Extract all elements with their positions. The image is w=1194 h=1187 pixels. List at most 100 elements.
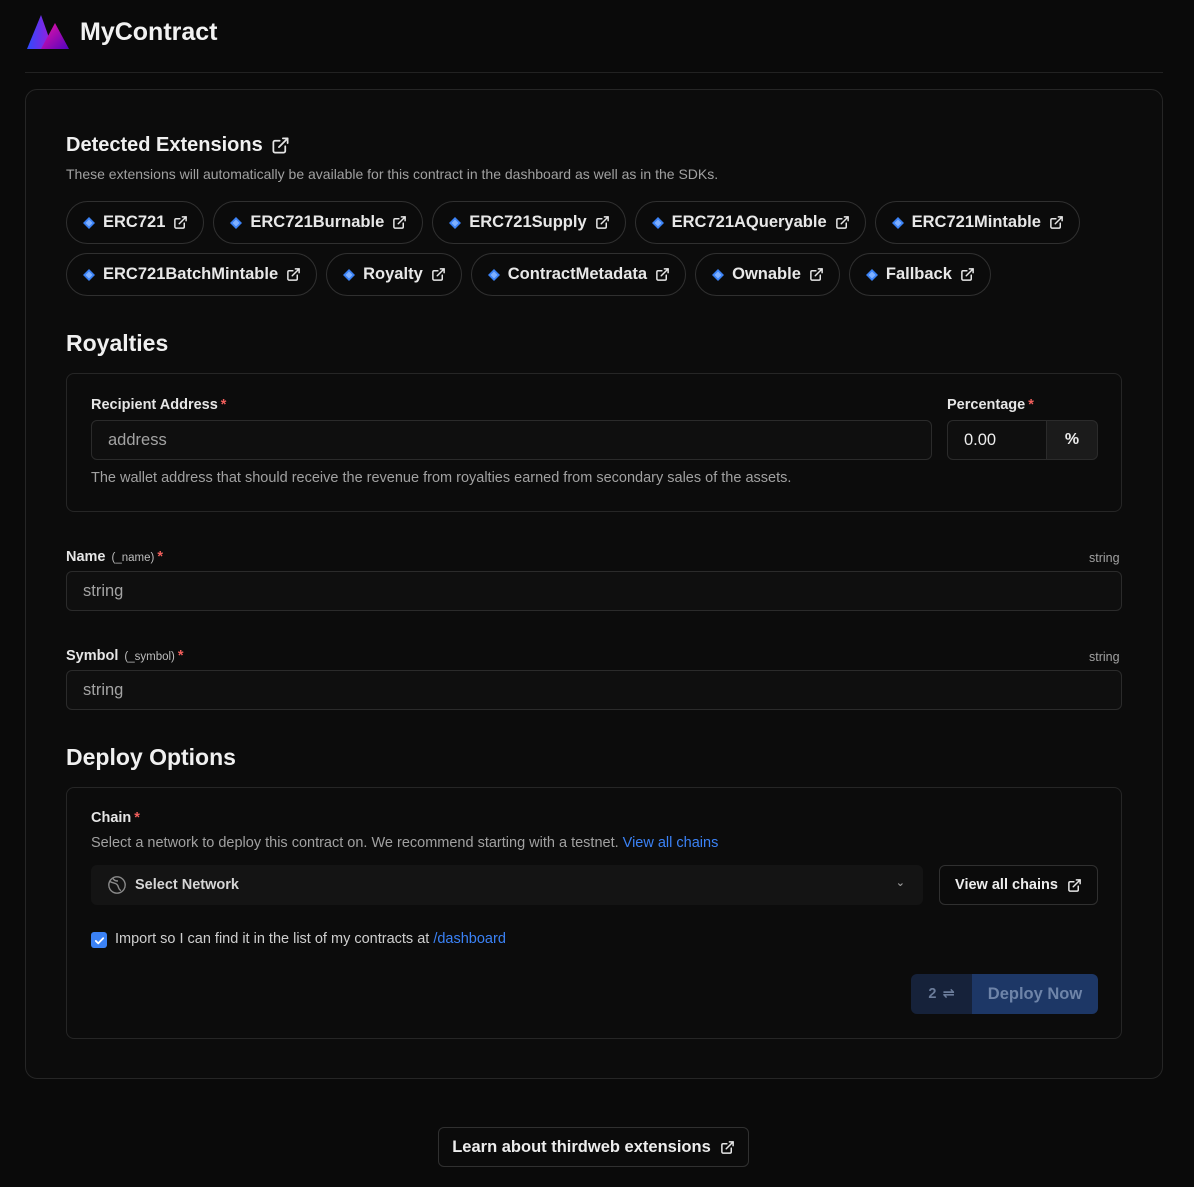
- external-link-icon: [720, 1140, 734, 1154]
- name-type-tag: string: [1089, 551, 1120, 565]
- diamond-icon: [83, 268, 95, 281]
- transaction-count-badge: 2 ⇌: [911, 974, 972, 1014]
- extension-chip[interactable]: ERC721Burnable: [213, 201, 424, 244]
- required-mark: *: [1028, 397, 1034, 413]
- external-link-icon: [810, 268, 823, 281]
- recipient-address-input[interactable]: address: [91, 420, 932, 460]
- deploy-options-title: Deploy Options: [66, 744, 236, 770]
- deploy-now-button[interactable]: Deploy Now: [972, 974, 1098, 1014]
- learn-extensions-button[interactable]: Learn about thirdweb extensions: [438, 1127, 749, 1167]
- external-link-icon: [1050, 216, 1063, 229]
- import-label-text: Import so I can find it in the list of m…: [115, 931, 430, 947]
- detected-extensions-title: Detected Extensions: [66, 134, 263, 156]
- percentage-label: Percentage *: [947, 397, 1034, 413]
- learn-extensions-button-label: Learn about thirdweb extensions: [452, 1137, 711, 1156]
- extension-chip-label: Royalty: [363, 265, 423, 283]
- diamond-icon: [865, 268, 878, 281]
- percentage-suffix: %: [1047, 420, 1098, 460]
- extension-chip[interactable]: Fallback: [848, 253, 991, 296]
- external-link-icon: [272, 137, 289, 154]
- chevron-down-icon: ⌄: [895, 877, 905, 889]
- symbol-input[interactable]: string: [66, 670, 1122, 710]
- extension-chip-label: ERC721BatchMintable: [103, 265, 279, 283]
- extension-chip-label: ERC721AQueryable: [671, 213, 827, 231]
- name-param-tag: (_name): [111, 552, 155, 564]
- diamond-icon: [712, 268, 725, 281]
- external-link-icon: [835, 216, 849, 229]
- required-mark: *: [134, 810, 140, 826]
- royalties-panel: Recipient Address * address The wallet ad…: [66, 373, 1122, 512]
- symbol-param-tag: (_symbol): [124, 651, 175, 663]
- extensions-description: These extensions will automatically be a…: [66, 166, 719, 182]
- extension-chip[interactable]: ERC721Mintable: [874, 201, 1080, 244]
- name-label-text: Name: [66, 549, 106, 565]
- external-link-icon: [595, 216, 609, 229]
- extension-chip[interactable]: Ownable: [695, 253, 840, 296]
- logo-icon[interactable]: [25, 13, 71, 53]
- extension-chip[interactable]: ERC721: [66, 201, 205, 244]
- extension-chip[interactable]: Royalty: [326, 253, 462, 296]
- import-checkbox[interactable]: [91, 932, 107, 948]
- network-select-placeholder: Select Network: [135, 877, 239, 893]
- diamond-icon: [230, 216, 243, 229]
- chain-hint-text: Select a network to deploy this contract…: [91, 835, 619, 851]
- required-mark: *: [177, 648, 184, 664]
- extension-chip-label: ERC721: [103, 213, 166, 231]
- name-input[interactable]: string: [66, 571, 1122, 611]
- swap-icon: ⇌: [942, 986, 955, 1002]
- extension-chip-label: ContractMetadata: [507, 265, 648, 283]
- extension-chip-label: Fallback: [885, 265, 952, 283]
- view-all-chains-button[interactable]: View all chains: [939, 865, 1098, 905]
- dashboard-link[interactable]: /dashboard: [433, 931, 506, 947]
- diamond-icon: [651, 216, 664, 229]
- name-label: Name (_name) *: [66, 549, 163, 565]
- diamond-icon: [83, 216, 95, 229]
- detected-extensions-heading[interactable]: Detected Extensions: [66, 134, 290, 157]
- extension-chip[interactable]: ERC721Supply: [432, 201, 626, 244]
- extension-chip[interactable]: ERC721AQueryable: [634, 201, 866, 244]
- external-link-icon: [287, 268, 301, 281]
- symbol-label: Symbol (_symbol) *: [66, 648, 184, 664]
- recipient-address-label-text: Recipient Address: [91, 397, 218, 413]
- app-title: MyContract: [80, 18, 218, 46]
- deploy-options-panel: Chain * Select a network to deploy this c…: [66, 787, 1122, 1039]
- extension-chip-label: ERC721Mintable: [911, 213, 1041, 231]
- extension-chip-label: Ownable: [732, 265, 801, 283]
- extension-chip-label: ERC721Supply: [469, 213, 587, 231]
- app-header: MyContract: [25, 0, 1163, 73]
- external-link-icon: [393, 216, 407, 229]
- extension-chip[interactable]: ContractMetadata: [470, 253, 687, 296]
- symbol-label-text: Symbol: [66, 648, 119, 664]
- diamond-icon: [487, 268, 500, 281]
- extension-chip[interactable]: ERC721BatchMintable: [66, 253, 318, 296]
- required-mark: *: [220, 397, 227, 413]
- symbol-type-tag: string: [1089, 650, 1120, 664]
- chain-hint: Select a network to deploy this contract…: [91, 835, 718, 851]
- percentage-input[interactable]: 0.00: [947, 420, 1047, 460]
- recipient-address-hint: The wallet address that should receive t…: [91, 470, 792, 486]
- diamond-icon: [891, 216, 904, 229]
- globe-icon: [108, 876, 126, 894]
- extension-chips: ERC721 ERC721Burnable ERC721Supply ERC721AQ…: [66, 201, 1126, 296]
- external-link-icon: [174, 216, 188, 229]
- diamond-icon: [343, 268, 356, 281]
- chain-label-text: Chain: [91, 810, 132, 826]
- external-link-icon: [431, 268, 445, 281]
- external-link-icon: [656, 268, 669, 281]
- royalties-title: Royalties: [66, 330, 169, 356]
- required-mark: *: [157, 549, 164, 565]
- contract-form-card: Detected Extensions These extensions wil…: [25, 89, 1163, 1079]
- recipient-address-label: Recipient Address *: [91, 397, 226, 413]
- transaction-count: 2: [928, 986, 937, 1002]
- diamond-icon: [449, 216, 462, 229]
- check-icon: [94, 936, 104, 944]
- view-all-chains-link[interactable]: View all chains: [623, 835, 719, 851]
- extension-chip-label: ERC721Burnable: [250, 213, 385, 231]
- network-select[interactable]: Select Network ⌄: [91, 865, 923, 905]
- view-all-chains-button-label: View all chains: [955, 877, 1058, 893]
- chain-label: Chain *: [91, 810, 140, 826]
- external-link-icon: [1068, 878, 1081, 892]
- import-label: Import so I can find it in the list of m…: [115, 931, 506, 947]
- external-link-icon: [961, 268, 974, 281]
- percentage-label-text: Percentage: [947, 397, 1026, 413]
